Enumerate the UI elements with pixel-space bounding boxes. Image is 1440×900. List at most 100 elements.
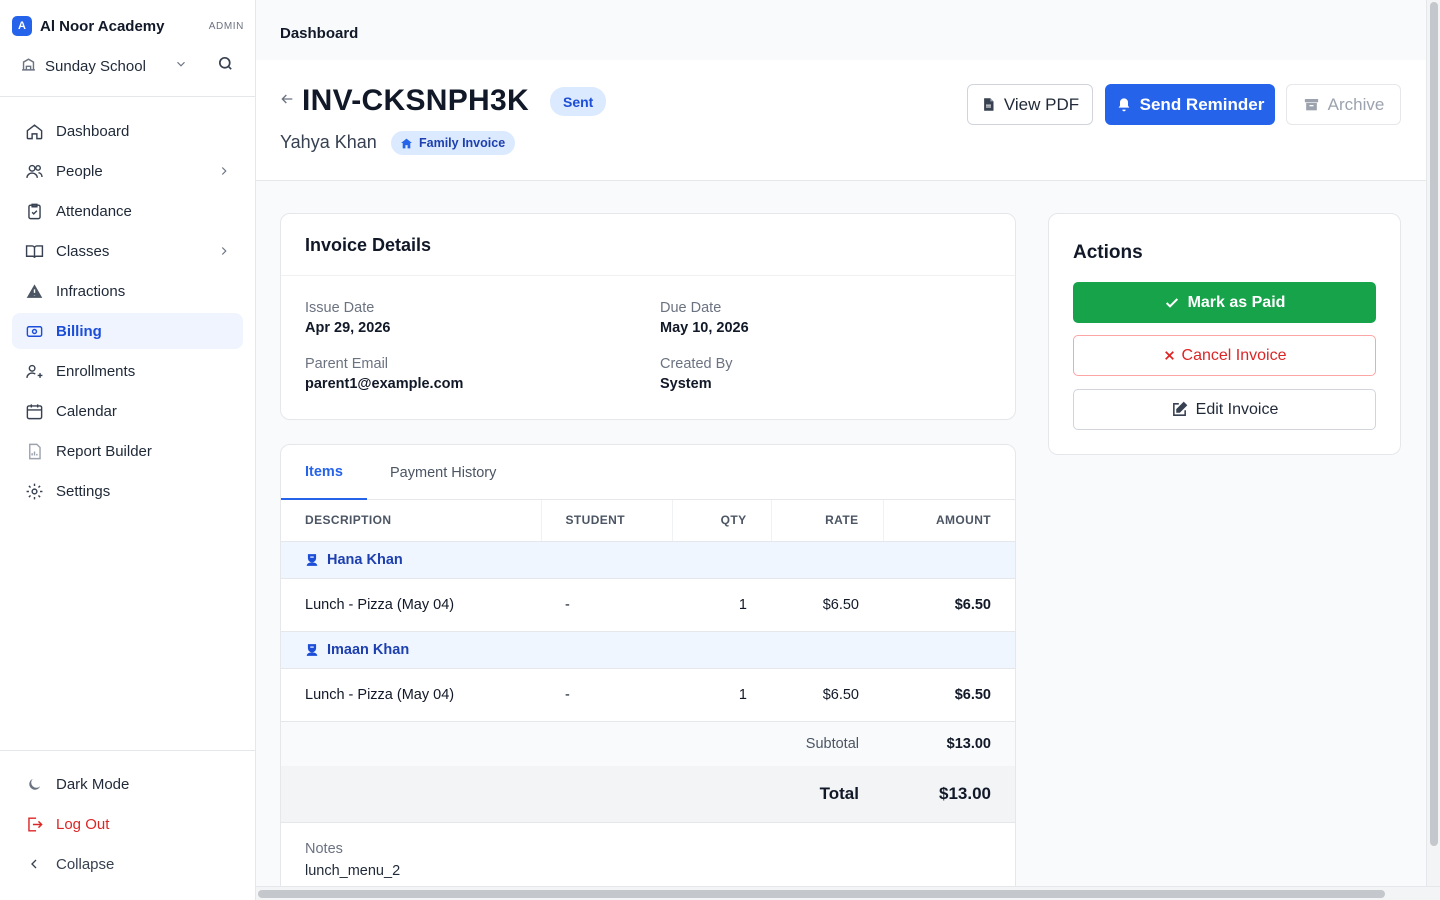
school-selector[interactable]: Sunday School — [12, 50, 194, 82]
cell-qty: 1 — [672, 578, 771, 632]
student-icon — [306, 643, 318, 656]
users-icon — [24, 161, 44, 181]
search-icon — [217, 55, 234, 77]
sidebar-item-report-builder[interactable]: Report Builder — [12, 433, 243, 469]
logout-icon — [24, 814, 44, 834]
archive-icon — [1304, 98, 1318, 110]
page-title: INV-CKSNPH3K — [302, 84, 529, 117]
edit-invoice-button[interactable]: Edit Invoice — [1073, 389, 1376, 430]
vertical-scrollbar[interactable] — [1426, 0, 1440, 886]
cell-amount: $6.50 — [883, 668, 1015, 722]
sidebar-item-settings[interactable]: Settings — [12, 473, 243, 509]
invoice-items-table: DESCRIPTION STUDENT QTY RATE AMOUNT Hana… — [281, 500, 1015, 823]
status-badge: Sent — [550, 87, 607, 116]
total-value: $13.00 — [883, 766, 1015, 823]
view-pdf-label: View PDF — [1003, 94, 1080, 114]
due-date-label: Due Date — [660, 300, 722, 316]
chevron-right-icon — [217, 244, 231, 258]
sidebar-item-calendar[interactable]: Calendar — [12, 393, 243, 429]
arrow-left-icon — [279, 91, 295, 112]
student-group-header: Hana Khan — [281, 552, 1015, 568]
tab-bar: Items Payment History — [281, 445, 1015, 500]
sidebar-divider — [0, 96, 255, 97]
view-pdf-button[interactable]: View PDF — [967, 84, 1093, 125]
billing-icon — [24, 321, 44, 341]
cell-description: Lunch - Pizza (May 04) — [281, 668, 541, 722]
invoice-details-title: Invoice Details — [281, 214, 1015, 276]
mark-as-paid-button[interactable]: Mark as Paid — [1073, 282, 1376, 323]
sidebar-nav: Dashboard People Attendance Classes Infr… — [12, 113, 243, 513]
parent-email-field: Parent Email parent1@example.com — [305, 356, 463, 392]
user-plus-icon — [24, 361, 44, 381]
student-group-row: Imaan Khan — [281, 631, 1015, 669]
edit-icon — [1172, 401, 1187, 416]
issue-date-field: Issue Date Apr 29, 2026 — [305, 300, 390, 336]
sidebar-item-billing[interactable]: Billing — [12, 313, 243, 349]
logout-label: Log Out — [56, 815, 110, 833]
student-group-row: Hana Khan — [281, 541, 1015, 579]
column-header-description[interactable]: DESCRIPTION — [281, 500, 542, 542]
book-open-icon — [24, 241, 44, 261]
calendar-icon — [24, 401, 44, 421]
sidebar-item-attendance[interactable]: Attendance — [12, 193, 243, 229]
column-header-qty[interactable]: QTY — [672, 500, 772, 542]
parent-email-value: parent1@example.com — [305, 376, 464, 392]
dark-mode-toggle[interactable]: Dark Mode — [12, 766, 243, 802]
sidebar-item-people[interactable]: People — [12, 153, 243, 189]
cell-amount: $6.50 — [883, 578, 1015, 632]
subtotal-row: Subtotal $13.00 — [281, 721, 1015, 766]
invoice-header: INV-CKSNPH3K Sent Yahya Khan Family Invo… — [256, 60, 1426, 181]
pdf-file-icon — [983, 98, 994, 111]
send-reminder-label: Send Reminder — [1139, 94, 1265, 114]
sidebar-item-enrollments[interactable]: Enrollments — [12, 353, 243, 389]
parent-email-label: Parent Email — [305, 356, 389, 372]
mark-as-paid-label: Mark as Paid — [1187, 293, 1286, 311]
sidebar-item-label: Dashboard — [56, 122, 130, 140]
student-group-header: Imaan Khan — [281, 642, 1015, 658]
edit-invoice-label: Edit Invoice — [1195, 400, 1279, 418]
search-button[interactable] — [208, 50, 242, 82]
collapse-sidebar-button[interactable]: Collapse — [12, 846, 243, 882]
table-row: Lunch - Pizza (May 04) - 1 $6.50 $6.50 — [281, 668, 1015, 722]
archive-label: Archive — [1327, 94, 1385, 114]
archive-button[interactable]: Archive — [1286, 84, 1401, 125]
role-label: ADMIN — [208, 20, 244, 32]
logout-button[interactable]: Log Out — [12, 806, 243, 842]
sidebar-bottom-nav: Dark Mode Log Out Collapse — [12, 766, 243, 886]
invoice-details-card: Invoice Details Issue Date Apr 29, 2026 … — [280, 213, 1016, 420]
sidebar-divider — [0, 750, 255, 751]
horizontal-scrollbar[interactable] — [256, 886, 1440, 900]
column-header-student[interactable]: STUDENT — [541, 500, 673, 542]
horizontal-scrollbar-thumb[interactable] — [258, 890, 1385, 898]
send-reminder-button[interactable]: Send Reminder — [1105, 84, 1275, 125]
parent-name: Yahya Khan — [280, 132, 377, 152]
tab-payment-history[interactable]: Payment History — [366, 445, 520, 500]
issue-date-value: Apr 29, 2026 — [305, 320, 391, 336]
subtotal-label: Subtotal — [281, 721, 883, 766]
clipboard-check-icon — [24, 201, 44, 221]
tab-items[interactable]: Items — [281, 445, 367, 500]
main-content: Dashboard INV-CKSNPH3K Sent Yahya Khan F… — [256, 0, 1426, 886]
brand-name: Al Noor Academy — [40, 17, 165, 35]
sidebar-item-label: People — [56, 162, 103, 180]
back-button[interactable] — [278, 92, 296, 110]
sidebar-item-label: Billing — [56, 322, 102, 340]
cancel-invoice-button[interactable]: Cancel Invoice — [1073, 335, 1376, 376]
report-icon — [24, 441, 44, 461]
check-icon — [1165, 297, 1178, 308]
close-icon — [1164, 351, 1174, 360]
breadcrumb[interactable]: Dashboard — [280, 25, 358, 42]
sidebar-item-dashboard[interactable]: Dashboard — [12, 113, 243, 149]
bell-icon — [1118, 97, 1129, 111]
due-date-value: May 10, 2026 — [660, 320, 749, 336]
vertical-scrollbar-thumb[interactable] — [1430, 2, 1438, 846]
sidebar-item-classes[interactable]: Classes — [12, 233, 243, 269]
column-header-rate[interactable]: RATE — [771, 500, 884, 542]
home-icon — [401, 138, 412, 148]
sidebar-item-infractions[interactable]: Infractions — [12, 273, 243, 309]
created-by-field: Created By System — [660, 356, 733, 392]
issue-date-label: Issue Date — [305, 300, 375, 316]
invoice-items-card: Items Payment History DESCRIPTION STUDEN… — [280, 444, 1016, 886]
actions-title: Actions — [1073, 242, 1143, 263]
column-header-amount[interactable]: AMOUNT — [883, 500, 1015, 542]
